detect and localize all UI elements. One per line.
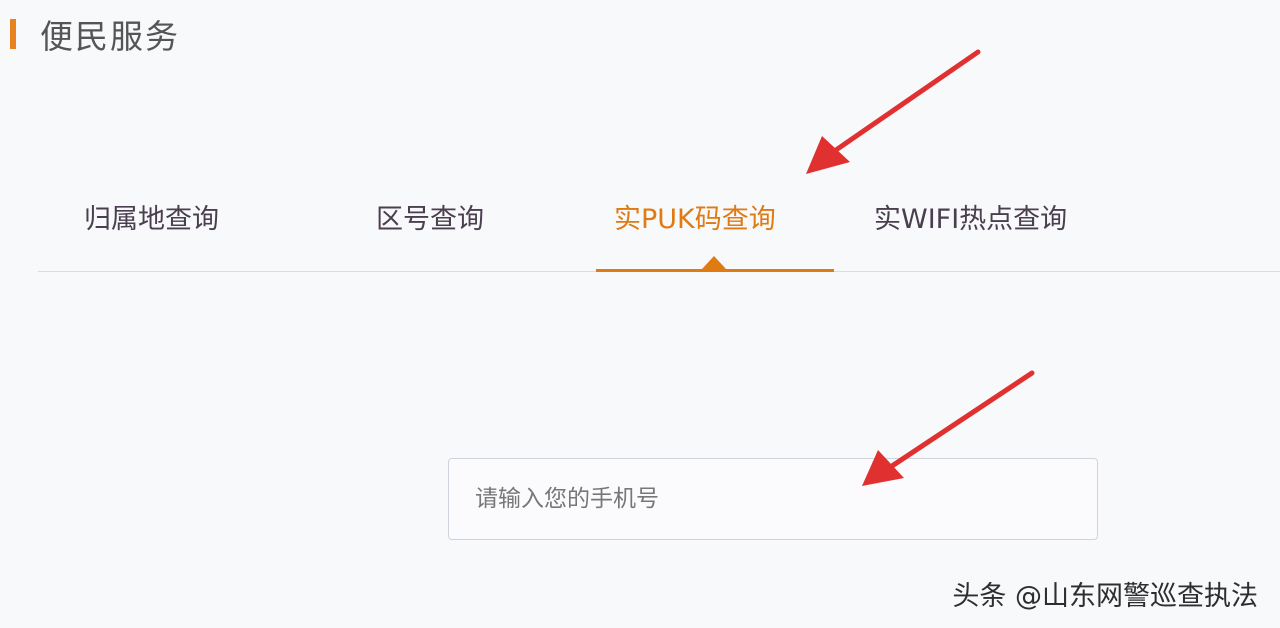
phone-number-field — [448, 458, 1098, 540]
arrow-to-puk-tab-icon — [806, 49, 981, 174]
section-header: 便民服务 — [10, 12, 180, 56]
tab-area-code-lookup[interactable]: 区号查询 — [376, 190, 484, 242]
active-tab-caret-icon — [702, 256, 726, 269]
section-title: 便民服务 — [40, 17, 180, 56]
tab-location-lookup[interactable]: 归属地查询 — [84, 190, 219, 242]
watermark-text: 头条 @山东网警巡查执法 — [952, 581, 1258, 612]
active-tab-underline — [596, 269, 834, 272]
page: 便民服务 归属地查询 区号查询 实PUK码查询 实WIFI热点查询 头条 @山东… — [0, 0, 1280, 628]
phone-number-input[interactable] — [449, 459, 1097, 539]
header-accent-bar — [10, 19, 16, 49]
tab-bar: 归属地查询 区号查询 实PUK码查询 实WIFI热点查询 — [38, 190, 1280, 272]
tab-wifi-hotspot-lookup[interactable]: 实WIFI热点查询 — [874, 190, 1067, 242]
tab-puk-lookup[interactable]: 实PUK码查询 — [614, 190, 776, 242]
